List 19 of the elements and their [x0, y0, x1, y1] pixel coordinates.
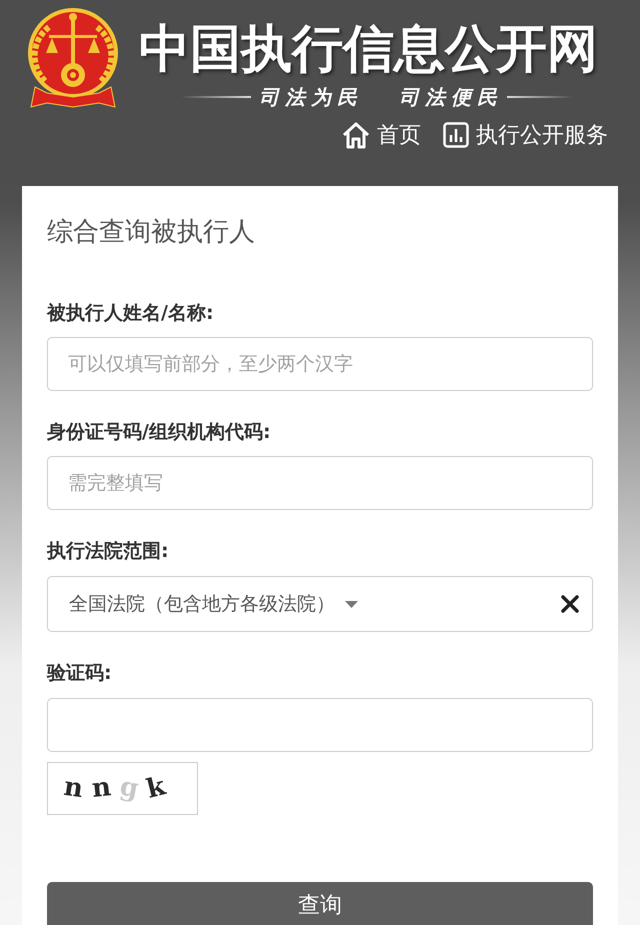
- form-title: 综合查询被执行人: [47, 216, 255, 249]
- slogan-text: 司法为民: [259, 84, 363, 111]
- slogan-text: 司法便民: [399, 84, 503, 111]
- field-label: 被执行人姓名/名称:: [47, 301, 214, 326]
- field-label: 身份证号码/组织机构代码:: [47, 420, 271, 445]
- text-input[interactable]: 可以仅填写前部分，至少两个汉字: [47, 337, 593, 391]
- court-range-select[interactable]: 全国法院（包含地方各级法院）: [47, 576, 593, 632]
- close-icon[interactable]: [561, 595, 579, 613]
- field-label: 验证码:: [47, 661, 112, 686]
- query-button[interactable]: 查询: [47, 882, 593, 925]
- nav-link[interactable]: 首页: [342, 119, 421, 151]
- nav-link[interactable]: 执行公开服务: [443, 119, 608, 151]
- captcha-input[interactable]: [47, 698, 593, 752]
- site-title: 中国执行信息公开网: [139, 22, 598, 78]
- home-icon: [342, 121, 370, 149]
- caret-icon: [345, 600, 358, 608]
- text-input[interactable]: 需完整填写: [47, 456, 593, 510]
- bar-chart-icon: [443, 122, 469, 148]
- field-label: 执行法院范围:: [47, 539, 169, 564]
